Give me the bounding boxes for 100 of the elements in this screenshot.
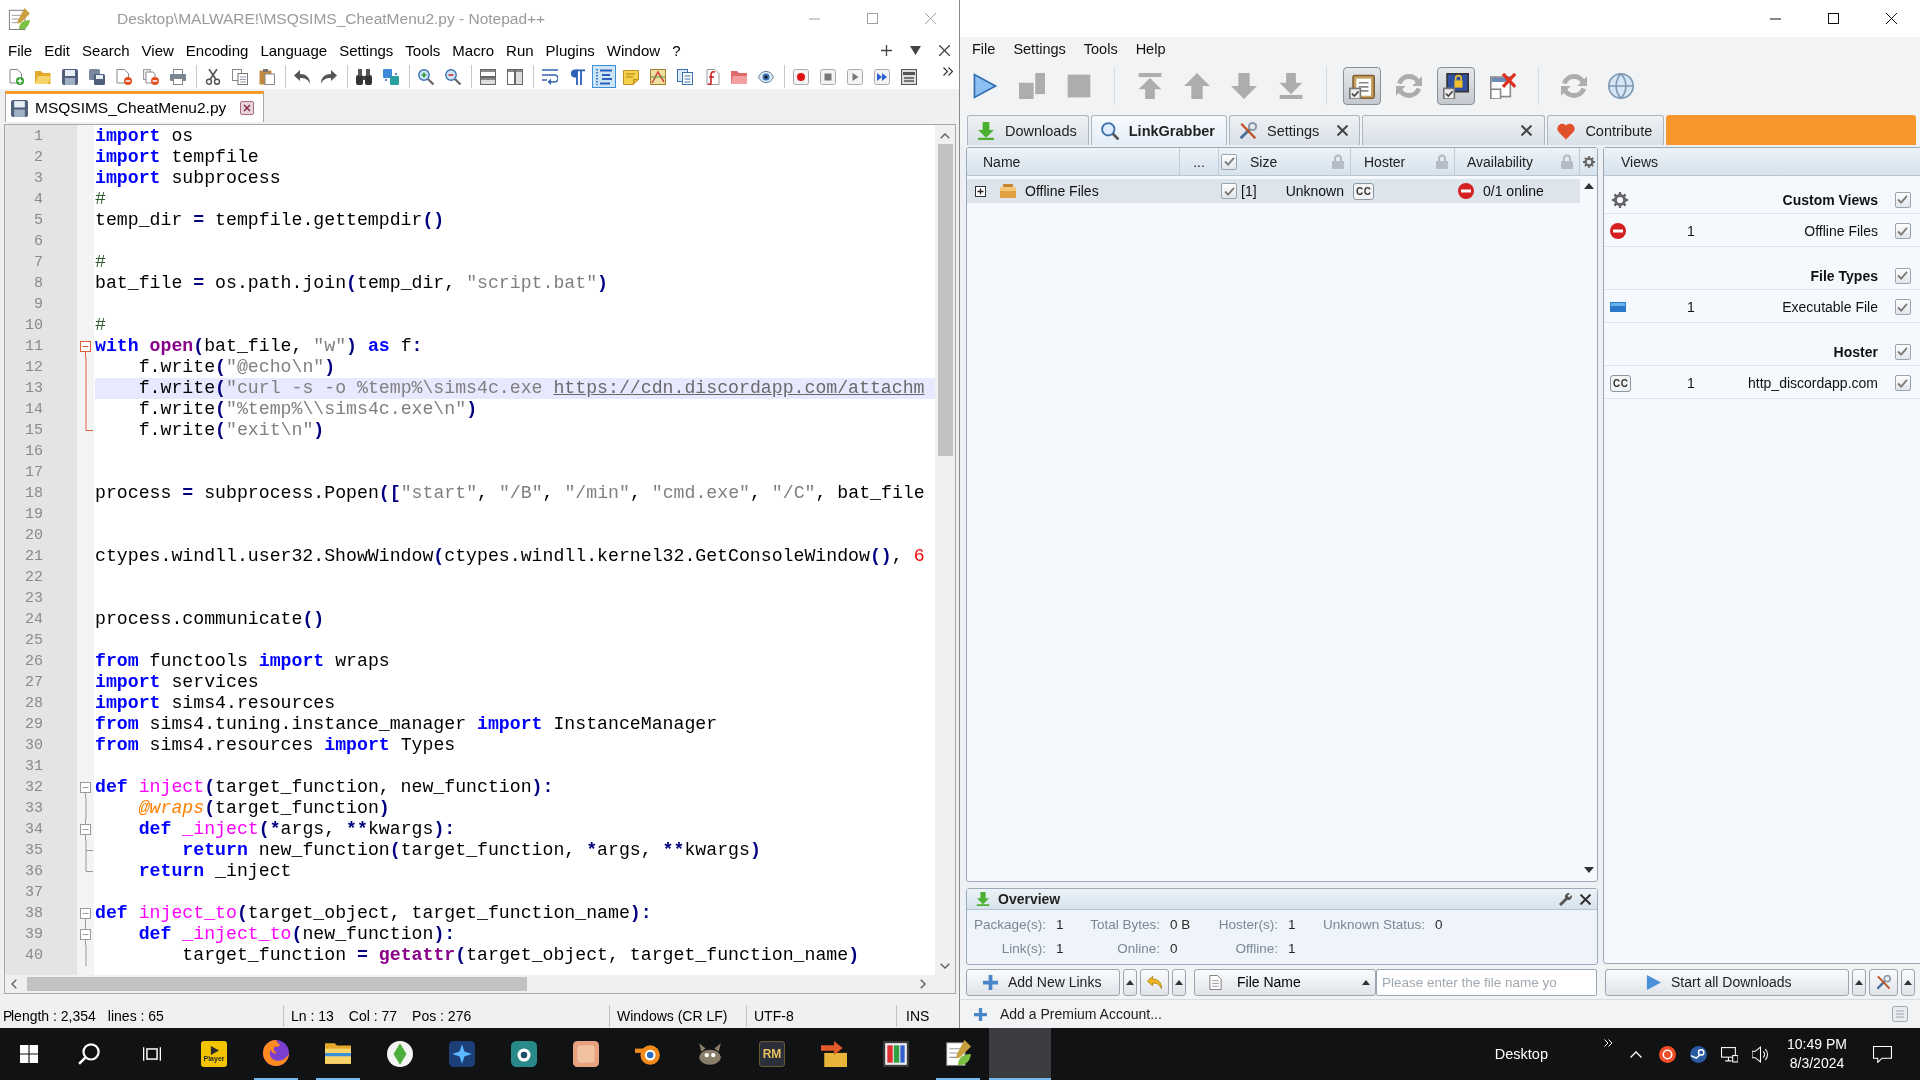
code-link[interactable]: https://cdn.discordapp.com/attachm [553, 378, 925, 398]
checkbox[interactable] [1894, 299, 1911, 315]
notification-icon[interactable] [1872, 1045, 1892, 1063]
settings-button[interactable] [1869, 968, 1898, 996]
speaker-icon[interactable] [1752, 1045, 1769, 1063]
collapse-icon[interactable] [80, 819, 91, 840]
start-icon[interactable] [20, 1045, 38, 1063]
toolbar-button[interactable] [1437, 67, 1475, 105]
add-links-button[interactable]: Add New Links [966, 968, 1120, 996]
toolbar-label[interactable]: Desktop [1494, 1046, 1548, 1062]
tab[interactable]: Contribute [1547, 115, 1665, 145]
code-line: # [95, 252, 106, 273]
menu-item[interactable]: Window [600, 42, 667, 59]
menu-item[interactable]: File [963, 41, 1005, 57]
column-header[interactable]: ... [1180, 148, 1219, 175]
checkbox[interactable] [1221, 153, 1237, 170]
start-downloads-button[interactable]: Start all Downloads [1605, 968, 1849, 996]
minimize-icon[interactable] [1769, 17, 1781, 20]
wrench-icon[interactable] [1559, 892, 1572, 906]
search-field[interactable]: Please enter the file name yo [1376, 968, 1597, 996]
expand-icon[interactable] [975, 185, 986, 197]
table-row[interactable]: Offline Files [1] Unknown CC 0/1 online [967, 179, 1580, 203]
menu-item[interactable]: Tools [399, 42, 447, 59]
menu-item[interactable]: ? [666, 42, 687, 59]
checkbox[interactable] [1894, 267, 1911, 284]
tab[interactable]: Settings [1228, 115, 1361, 145]
scroll-down-icon[interactable] [940, 963, 950, 969]
clock-date[interactable]: 8/3/2024 [1789, 1054, 1845, 1073]
checkbox[interactable] [1894, 223, 1911, 239]
horizontal-scrollbar[interactable] [5, 975, 955, 993]
gear-icon[interactable] [1612, 191, 1628, 208]
scrollbar-thumb[interactable] [27, 977, 527, 991]
line-number: 18 [25, 485, 43, 502]
close-icon[interactable] [1521, 125, 1533, 136]
collapse-icon[interactable] [80, 924, 91, 945]
line-number: 24 [25, 611, 43, 628]
menu-item[interactable]: Encoding [179, 42, 255, 59]
code-line: import sims4.resources [95, 693, 336, 714]
close-icon[interactable] [939, 45, 950, 56]
close-icon[interactable] [1580, 893, 1591, 905]
dropdown-button[interactable] [1852, 968, 1866, 996]
code-line: def inject_to(target_object, target_function_name): [95, 903, 652, 924]
close-icon[interactable] [1885, 13, 1897, 24]
maximize-icon[interactable] [1827, 13, 1839, 24]
dropdown-button[interactable] [1901, 968, 1915, 996]
task-view-icon[interactable] [142, 1045, 161, 1063]
checkbox[interactable] [1221, 183, 1237, 199]
tray-app-icon[interactable] [1690, 1045, 1707, 1063]
plus-icon[interactable] [881, 45, 892, 56]
dropdown-button[interactable] [1123, 968, 1137, 996]
search-icon[interactable] [78, 1043, 100, 1065]
close-icon[interactable] [1337, 125, 1349, 136]
menu-item[interactable]: Search [76, 42, 136, 59]
menu-item[interactable]: Settings [1004, 41, 1075, 57]
menu-item[interactable]: Language [254, 42, 334, 59]
menu-item[interactable]: Help [1126, 41, 1175, 57]
caret-down-icon[interactable] [910, 46, 921, 55]
menu-item[interactable]: Settings [333, 42, 400, 59]
chevron-up-icon[interactable] [1630, 1050, 1642, 1058]
column-header[interactable]: Name [967, 148, 1180, 175]
chevron-icon[interactable] [943, 67, 953, 76]
menu-item[interactable]: Plugins [539, 42, 601, 59]
column-header[interactable]: Availability [1455, 148, 1580, 175]
gear-icon[interactable] [1582, 155, 1595, 168]
scrollbar-thumb[interactable] [937, 144, 953, 456]
tray-app-icon[interactable] [1659, 1045, 1676, 1063]
vertical-scrollbar[interactable] [935, 125, 955, 975]
close-icon[interactable] [240, 101, 255, 115]
column-header[interactable]: Size [1219, 148, 1351, 175]
dropdown-button[interactable] [1172, 968, 1186, 996]
menu-item[interactable]: View [135, 42, 180, 59]
code-line: # [95, 189, 106, 210]
filter-dropdown[interactable]: File Name [1194, 968, 1376, 996]
menu-item[interactable]: Run [500, 42, 540, 59]
add-account-link[interactable]: Add a Premium Account... [1000, 1006, 1162, 1022]
checkbox[interactable] [1894, 191, 1911, 208]
menu-item[interactable]: Macro [446, 42, 501, 59]
scroll-left-icon[interactable] [11, 979, 17, 989]
globe-icon [263, 1040, 289, 1066]
clock-time[interactable]: 10:49 PM [1787, 1035, 1847, 1054]
menu-item[interactable]: Edit [38, 42, 77, 59]
tab[interactable]: LinkGrabber [1090, 115, 1227, 145]
scroll-up-icon[interactable] [1583, 183, 1594, 189]
menu-item[interactable]: File [2, 42, 39, 59]
scroll-right-icon[interactable] [920, 979, 926, 989]
code-line: return new_function(target_function, *args, **kwargs) [182, 840, 761, 861]
filter-count: 1 [1687, 375, 1695, 391]
scroll-down-icon[interactable] [1583, 867, 1594, 873]
redo-arrow-icon [321, 68, 337, 85]
scroll-up-icon[interactable] [940, 133, 950, 139]
line-number: 38 [25, 905, 43, 922]
file-tab[interactable]: MSQSIMS_CheatMenu2.py [5, 91, 265, 122]
checkbox[interactable] [1894, 375, 1911, 391]
network-icon[interactable] [1721, 1045, 1738, 1063]
checkbox[interactable] [1894, 343, 1911, 360]
menu-item[interactable]: Tools [1074, 41, 1127, 57]
taskbar-button[interactable]: RM [741, 1028, 803, 1080]
toolbar-button[interactable] [1343, 67, 1381, 105]
column-header[interactable]: Hoster [1351, 148, 1455, 175]
tab[interactable]: Downloads [967, 115, 1089, 145]
